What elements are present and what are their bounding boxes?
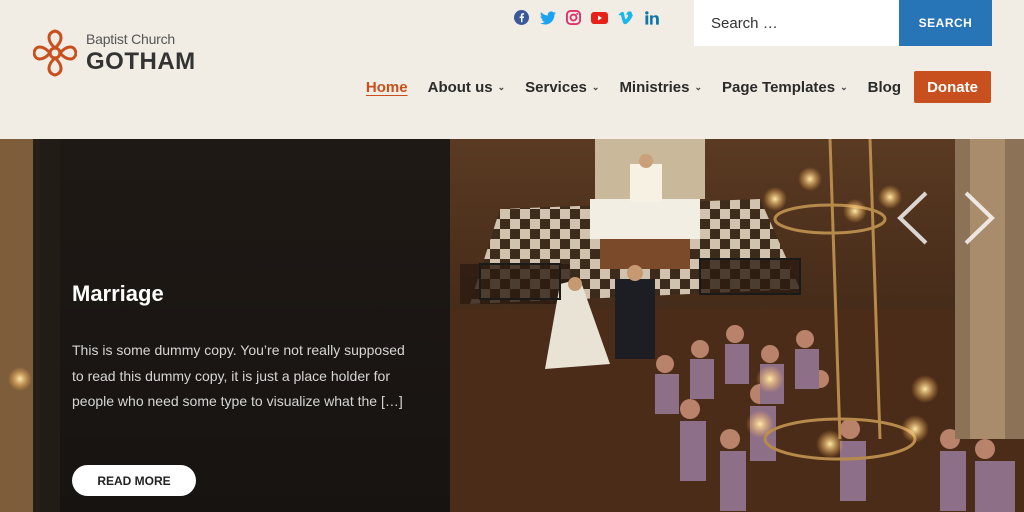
logo-title: GOTHAM: [86, 48, 196, 75]
nav-services[interactable]: Services ⌄: [525, 79, 599, 96]
chevron-right-icon[interactable]: [962, 191, 996, 245]
nav-ministries[interactable]: Ministries ⌄: [619, 79, 702, 96]
nav-about[interactable]: About us ⌄: [428, 79, 506, 96]
logo-subtitle: Baptist Church: [86, 31, 176, 47]
site-header: Baptist Church GOTHAM SEARCH Home About …: [0, 0, 1024, 139]
hero-excerpt: This is some dummy copy. You’re not real…: [72, 342, 405, 409]
chevron-left-icon[interactable]: [896, 191, 930, 245]
chevron-down-icon: ⌄: [591, 81, 600, 92]
instagram-icon[interactable]: [565, 9, 582, 26]
facebook-icon[interactable]: [513, 9, 530, 26]
chevron-down-icon: ⌄: [840, 81, 848, 92]
hero-slider: Marriage This is some dummy copy. You’re…: [0, 139, 1024, 512]
donate-button[interactable]: Donate: [914, 71, 991, 103]
site-logo[interactable]: Baptist Church GOTHAM: [33, 29, 196, 77]
chevron-down-icon: ⌄: [694, 81, 703, 92]
linkedin-icon[interactable]: [643, 9, 660, 26]
nav-ministries-label: Ministries: [619, 78, 690, 96]
twitter-icon[interactable]: [539, 9, 556, 26]
nav-home[interactable]: Home: [366, 79, 408, 96]
hero-title: Marriage: [72, 281, 164, 306]
youtube-icon[interactable]: [591, 9, 608, 26]
nav-about-label: About us: [427, 78, 493, 96]
search-button[interactable]: SEARCH: [899, 0, 992, 46]
hero-caption-panel: Marriage This is some dummy copy. You’re…: [33, 139, 450, 512]
search-input[interactable]: [694, 0, 899, 46]
nav-services-label: Services: [525, 78, 587, 96]
nav-blog[interactable]: Blog: [868, 79, 901, 96]
nav-page-templates[interactable]: Page Templates ⌄: [722, 79, 848, 96]
nav-templates-label: Page Templates: [722, 78, 836, 96]
read-more-button[interactable]: READ MORE: [72, 465, 196, 496]
main-nav: Home About us ⌄ Services ⌄ Ministries ⌄ Pag…: [366, 71, 991, 103]
vimeo-icon[interactable]: [617, 9, 634, 26]
cross-flower-icon: [33, 29, 77, 77]
search-form: SEARCH: [694, 0, 992, 46]
chevron-down-icon: ⌄: [497, 81, 506, 92]
social-links: [513, 9, 660, 26]
